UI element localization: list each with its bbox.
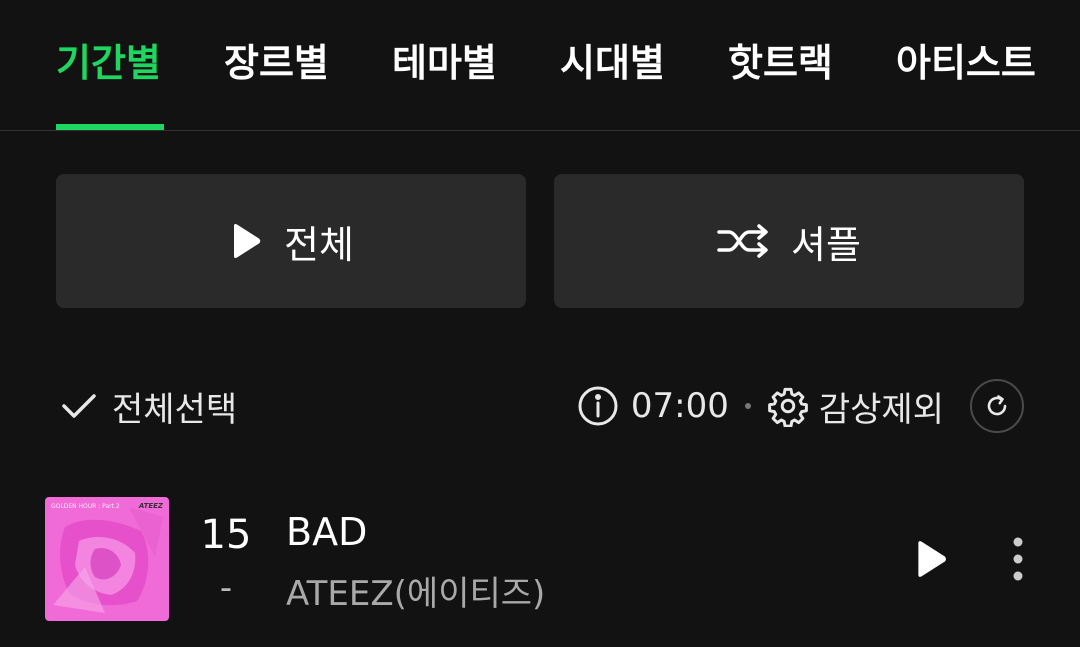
refresh-icon	[984, 393, 1010, 419]
song-title[interactable]: BAD	[286, 510, 367, 554]
song-more-button[interactable]	[1000, 534, 1036, 584]
tab-theme[interactable]: 테마별	[392, 38, 497, 88]
more-vertical-icon	[1013, 536, 1023, 582]
select-all-label: 전체선택	[112, 389, 238, 430]
tab-period[interactable]: 기간별	[56, 38, 161, 88]
chart-toolbar: 07:00 감상제외	[577, 379, 1024, 433]
tab-bar: 기간별 장르별 테마별 시대별 핫트랙 아티스트	[0, 0, 1080, 131]
play-all-button[interactable]: 전체	[56, 174, 526, 308]
rank-number: 15	[200, 512, 252, 558]
album-art[interactable]: GOLDEN HOUR : Part.2 ATEEZ	[45, 497, 169, 621]
tab-era[interactable]: 시대별	[560, 38, 665, 88]
select-all-button[interactable]: 전체선택	[60, 380, 237, 432]
song-play-button[interactable]	[906, 534, 956, 584]
separator-dot	[744, 403, 751, 409]
play-icon	[228, 221, 264, 261]
play-all-label: 전체	[284, 222, 354, 267]
check-icon	[60, 391, 98, 421]
update-time: 07:00	[630, 386, 729, 426]
rank-change: -	[219, 568, 233, 608]
chart-screen: 기간별 장르별 테마별 시대별 핫트랙 아티스트 전체 셔플 전체선택 07:0…	[0, 0, 1080, 647]
shuffle-icon	[717, 221, 771, 261]
active-tab-indicator	[56, 124, 164, 130]
update-time-info[interactable]: 07:00	[577, 385, 729, 427]
tab-hot-track[interactable]: 핫트랙	[728, 38, 833, 88]
album-label-left: GOLDEN HOUR : Part.2	[51, 503, 120, 510]
tab-genre[interactable]: 장르별	[224, 38, 329, 88]
album-label-right: ATEEZ	[138, 502, 164, 510]
song-row[interactable]: GOLDEN HOUR : Part.2 ATEEZ 15 - BAD ATEE…	[0, 490, 1080, 630]
exclude-listening-label: 감상제외	[818, 389, 944, 430]
info-icon	[577, 385, 619, 427]
refresh-button[interactable]	[970, 379, 1024, 433]
tab-artist[interactable]: 아티스트	[896, 38, 1036, 88]
shuffle-button[interactable]: 셔플	[554, 174, 1024, 308]
gear-icon	[767, 385, 809, 427]
exclude-listening-button[interactable]: 감상제외	[767, 382, 944, 431]
play-icon	[914, 539, 948, 579]
shuffle-label: 셔플	[791, 222, 861, 267]
artist-name[interactable]: ATEEZ(에이티즈)	[286, 566, 545, 615]
